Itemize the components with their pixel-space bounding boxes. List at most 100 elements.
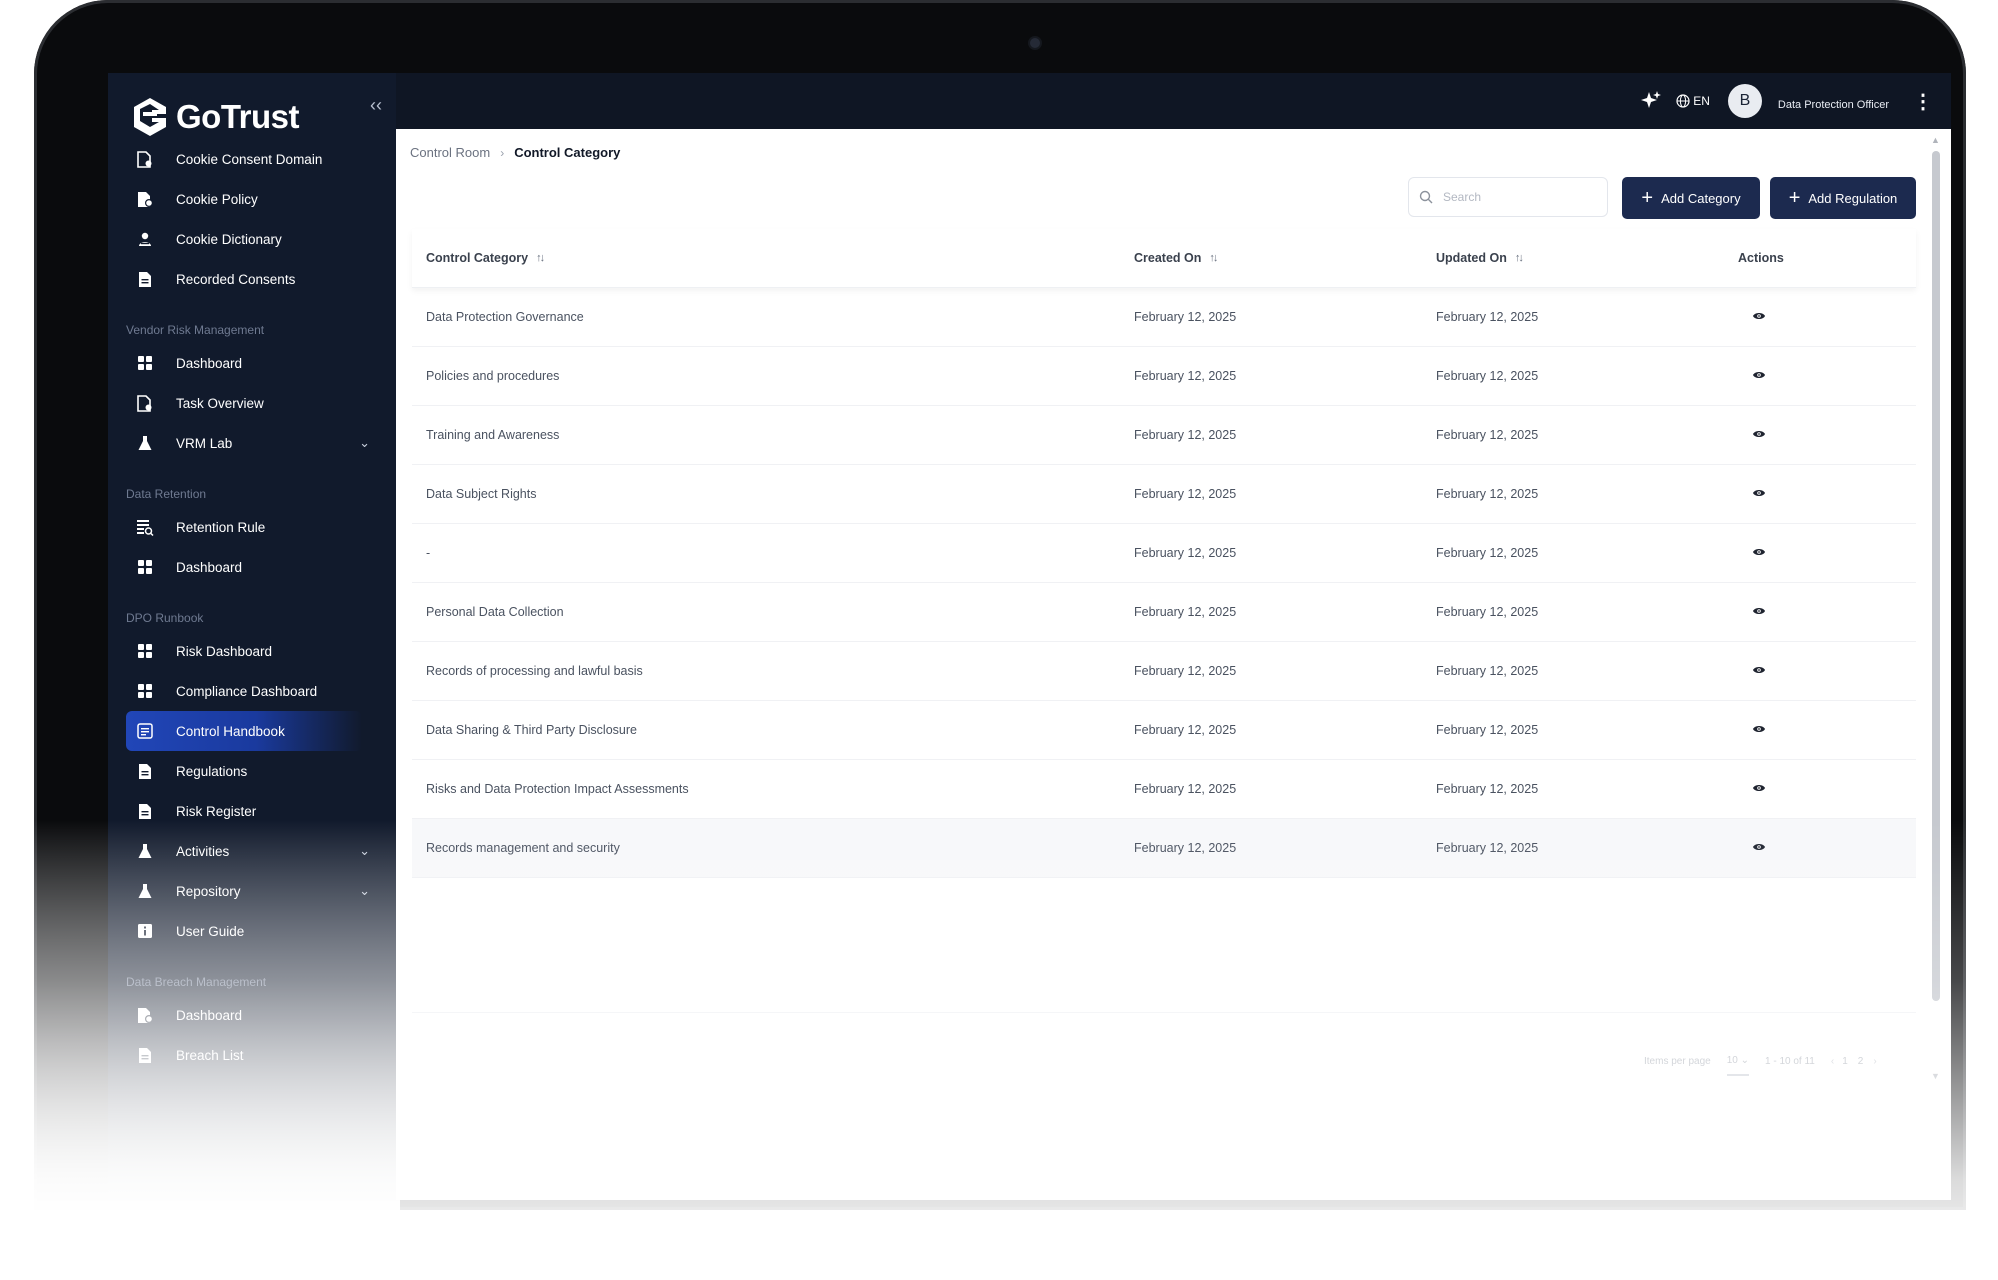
sidebar-item-label: Risk Register [176, 803, 257, 819]
sidebar-item-activities[interactable]: Activities ⌄ [108, 831, 396, 871]
language-selector[interactable]: EN [1676, 94, 1710, 108]
sidebar-item-regulations[interactable]: Regulations [108, 751, 396, 791]
cell-updated-on: February 12, 2025 [1436, 428, 1539, 442]
sidebar-item-cookie-dictionary[interactable]: Cookie Dictionary [108, 219, 396, 259]
cell-actions [1738, 546, 1916, 560]
chevron-down-icon[interactable]: ⌄ [359, 435, 370, 451]
view-eye-icon[interactable] [1752, 665, 1766, 675]
header-control-category[interactable]: Control Category ↑↓ [412, 251, 1134, 265]
sidebar-item-vrm-lab[interactable]: VRM Lab ⌄ [108, 423, 396, 463]
sidebar-item-risk-dashboard[interactable]: Risk Dashboard [108, 631, 396, 671]
search-input[interactable] [1441, 189, 1595, 205]
sidebar-item-user-guide[interactable]: User Guide [108, 911, 396, 951]
table-empty-space [412, 878, 1916, 1013]
sidebar-item-dashboard[interactable]: Dashboard [108, 547, 396, 587]
sidebar-item-risk-register[interactable]: Risk Register [108, 791, 396, 831]
next-page-icon[interactable]: › [1873, 1056, 1876, 1067]
per-page-select[interactable]: 10 ⌄ [1726, 1055, 1750, 1076]
sort-icon[interactable]: ↑↓ [536, 252, 545, 264]
cell-control-category: Records management and security [426, 841, 620, 855]
cell-updated-on: February 12, 2025 [1436, 310, 1539, 324]
page-2-button[interactable]: 2 [1858, 1056, 1864, 1067]
breadcrumb-parent[interactable]: Control Room [410, 145, 490, 160]
view-eye-icon[interactable] [1752, 311, 1766, 321]
sidebar-item-dashboard[interactable]: Dashboard [108, 343, 396, 383]
search-box[interactable] [1408, 177, 1608, 217]
cell-updated-on: February 12, 2025 [1436, 487, 1539, 501]
header-updated-on[interactable]: Updated On ↑↓ [1436, 251, 1738, 265]
cell-updated-on: February 12, 2025 [1436, 723, 1539, 737]
add-regulation-button[interactable]: + Add Regulation [1770, 177, 1916, 219]
grid-icon [136, 682, 154, 700]
scroll-thumb[interactable] [1932, 151, 1940, 1001]
document-icon [136, 1046, 154, 1064]
sidebar-item-task-overview[interactable]: Task Overview [108, 383, 396, 423]
sidebar-item-label: Compliance Dashboard [176, 683, 318, 699]
cell-updated-on: February 12, 2025 [1436, 605, 1539, 619]
scroll-down-icon[interactable]: ▼ [1931, 1071, 1940, 1081]
per-page-value: 10 [1726, 1055, 1738, 1066]
cell-control-category: Data Subject Rights [426, 487, 537, 501]
sparkle-ai-icon[interactable] [1640, 90, 1662, 112]
table-row[interactable]: Policies and procedures February 12, 2025… [412, 347, 1916, 406]
sidebar-item-compliance-dashboard[interactable]: Compliance Dashboard [108, 671, 396, 711]
table-row[interactable]: Records of processing and lawful basis Fe… [412, 642, 1916, 701]
view-eye-icon[interactable] [1752, 429, 1766, 439]
app-screen: GoTrust ‹‹ Cookie Consent Domain Cookie P… [108, 73, 1951, 1200]
table-row[interactable]: - February 12, 2025 February 12, 2025 [412, 524, 1916, 583]
sidebar-item-recorded-consents[interactable]: Recorded Consents [108, 259, 396, 299]
sidebar-item-dashboard[interactable]: Dashboard [108, 995, 396, 1035]
view-eye-icon[interactable] [1752, 842, 1766, 852]
cell-created-on: February 12, 2025 [1134, 487, 1237, 501]
view-eye-icon[interactable] [1752, 606, 1766, 616]
sort-icon[interactable]: ↑↓ [1209, 252, 1218, 264]
scrollbar[interactable]: ▲ ▼ [1930, 135, 1942, 1081]
items-per-page-label: Items per page [1644, 1056, 1711, 1067]
prev-page-icon[interactable]: ‹ [1831, 1056, 1834, 1067]
table-row[interactable]: Personal Data Collection February 12, 202… [412, 583, 1916, 642]
add-category-label: Add Category [1661, 190, 1741, 206]
chevron-down-icon[interactable]: ⌄ [359, 883, 370, 899]
handbook-icon [136, 722, 154, 740]
view-eye-icon[interactable] [1752, 783, 1766, 793]
cell-updated-on: February 12, 2025 [1436, 369, 1539, 383]
collapse-sidebar-icon[interactable]: ‹‹ [370, 95, 382, 116]
sidebar-nav: Cookie Consent Domain Cookie Policy Cookie… [108, 139, 396, 1075]
view-eye-icon[interactable] [1752, 547, 1766, 557]
sidebar-item-retention-rule[interactable]: Retention Rule [108, 507, 396, 547]
table-row[interactable]: Data Subject Rights February 12, 2025 Febr… [412, 465, 1916, 524]
sidebar-item-label: Cookie Policy [176, 191, 258, 207]
table-row[interactable]: Records management and security February … [412, 819, 1916, 878]
table-row[interactable]: Training and Awareness February 12, 2025 F… [412, 406, 1916, 465]
sidebar-item-cookie-policy[interactable]: Cookie Policy [108, 179, 396, 219]
grid-icon [136, 642, 154, 660]
more-menu-icon[interactable]: ⋮ [1913, 89, 1933, 114]
scroll-up-icon[interactable]: ▲ [1931, 135, 1940, 145]
chevron-down-icon[interactable]: ⌄ [359, 843, 370, 859]
header-created-on[interactable]: Created On ↑↓ [1134, 251, 1436, 265]
add-category-button[interactable]: + Add Category [1622, 177, 1760, 219]
cell-control-category: Training and Awareness [426, 428, 560, 442]
view-eye-icon[interactable] [1752, 370, 1766, 380]
view-eye-icon[interactable] [1752, 488, 1766, 498]
pagination: Items per page 10 ⌄ 1 - 10 of 11 ‹ 1 2 › [1644, 1047, 1893, 1076]
sidebar-item-breach-list[interactable]: Breach List [108, 1035, 396, 1075]
sidebar-item-control-handbook[interactable]: Control Handbook [126, 711, 362, 751]
header-actions: Actions [1738, 251, 1916, 265]
table-row[interactable]: Data Sharing & Third Party Disclosure Feb… [412, 701, 1916, 760]
sidebar-item-cookie-consent-domain[interactable]: Cookie Consent Domain [108, 139, 396, 179]
app-logo[interactable]: GoTrust [132, 95, 300, 139]
sort-icon[interactable]: ↑↓ [1515, 252, 1524, 264]
cell-created-on: February 12, 2025 [1134, 369, 1237, 383]
view-eye-icon[interactable] [1752, 724, 1766, 734]
table-row[interactable]: Data Protection Governance February 12, 2… [412, 288, 1916, 347]
table-row[interactable]: Risks and Data Protection Impact Assessm… [412, 760, 1916, 819]
gotrust-logo-icon [134, 98, 166, 136]
globe-icon [1676, 94, 1690, 108]
page-1-button[interactable]: 1 [1842, 1056, 1848, 1067]
document-icon [136, 802, 154, 820]
file-gear-icon [136, 394, 154, 412]
sidebar-item-repository[interactable]: Repository ⌄ [108, 871, 396, 911]
file-icon [136, 190, 154, 208]
user-avatar[interactable]: B [1727, 84, 1762, 118]
